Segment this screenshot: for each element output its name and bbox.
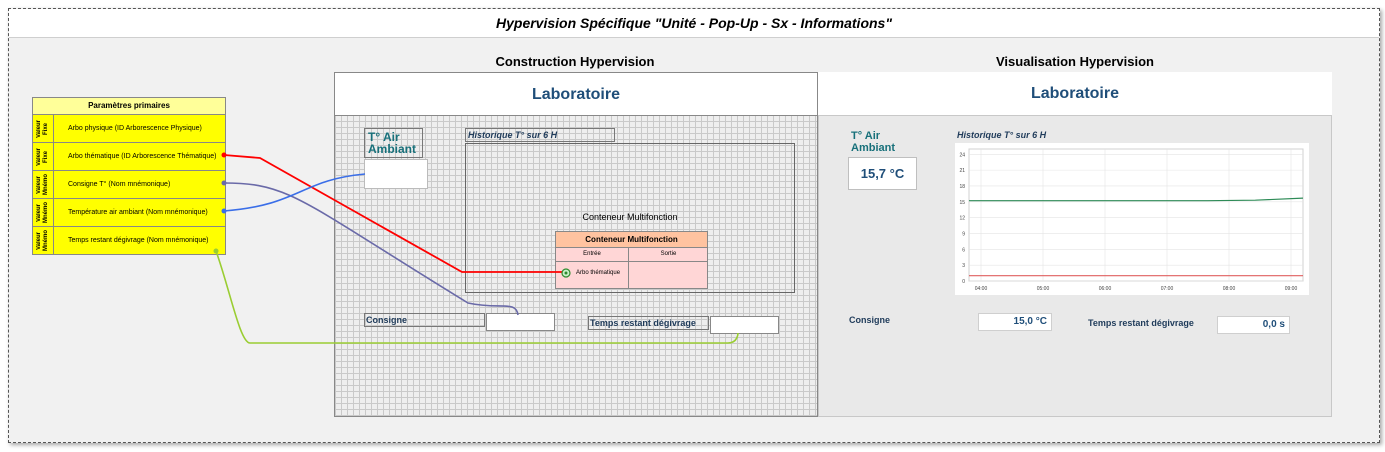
param-label: Consigne T° (Nom mnémonique) — [68, 181, 171, 188]
multifunction-box[interactable]: Conteneur Multifonction Entrée Sortie Ar… — [555, 231, 708, 289]
y-tick-label: 6 — [962, 247, 965, 253]
cons-temp-label: T° Air Ambiant — [368, 130, 416, 156]
param-label: Arbo thématique (ID Arborescence Thémati… — [68, 153, 217, 160]
vis-consigne-label: Consigne — [849, 315, 891, 325]
param-tag: Valeur Fixe — [33, 143, 54, 170]
y-tick-label: 21 — [959, 168, 965, 174]
construction-header: Laboratoire — [334, 72, 818, 116]
cons-consigne-label-box[interactable]: Consigne — [364, 313, 485, 327]
visualisation-header: Laboratoire — [818, 72, 1332, 116]
param-row[interactable]: Valeur Mnémo Consigne T° (Nom mnémonique… — [33, 171, 225, 199]
vis-temp-label: T° Air Ambiant — [851, 130, 895, 154]
primary-params-table: Paramètres primaires Valeur Fixe Arbo ph… — [32, 97, 226, 255]
param-tag: Valeur Fixe — [33, 115, 54, 142]
param-tag: Valeur Mnémo — [33, 171, 54, 198]
cons-defrost-value-field[interactable] — [710, 316, 779, 334]
history-chart-svg: 0 3 6 9 12 15 18 21 24 04:00 05:00 06:00 07:00 08:00 0… — [959, 148, 1304, 292]
param-tag: Valeur Mnémo — [33, 227, 54, 254]
plot-area — [968, 148, 1304, 282]
param-row[interactable]: Valeur Fixe Arbo thématique (ID Arboresc… — [33, 143, 225, 171]
cons-temp-value-field[interactable] — [364, 159, 428, 189]
vis-consigne-value: 15,0 °C — [978, 313, 1052, 331]
multifunction-input-label: Arbo thématique — [576, 270, 621, 276]
cons-defrost-label: Temps restant dégivrage — [590, 318, 696, 328]
cons-history-label: Historique T° sur 6 H — [468, 130, 558, 140]
param-label: Arbo physique (ID Arborescence Physique) — [68, 125, 202, 132]
x-tick-label: 04:00 — [975, 286, 988, 292]
main-title: Hypervision Spécifique "Unité - Pop-Up -… — [496, 15, 892, 31]
vis-temp-value: 15,7 °C — [848, 157, 917, 190]
multifunction-box-title: Conteneur Multifonction — [556, 232, 707, 248]
multifunction-divider — [628, 262, 629, 289]
param-label: Temps restant dégivrage (Nom mnémonique) — [68, 237, 209, 244]
y-tick-label: 15 — [959, 200, 965, 206]
x-tick-label: 06:00 — [1099, 286, 1112, 292]
cons-temp-label-box[interactable]: T° Air Ambiant — [364, 128, 423, 158]
x-tick-label: 05:00 — [1037, 286, 1050, 292]
y-tick-label: 12 — [959, 216, 965, 222]
multifunction-col-out: Sortie — [629, 248, 708, 262]
y-tick-label: 9 — [962, 231, 965, 237]
param-tag: Valeur Mnémo — [33, 199, 54, 226]
y-tick-label: 3 — [962, 263, 965, 269]
multifunction-container-text: Conteneur Multifonction — [582, 212, 678, 222]
x-tick-label: 09:00 — [1285, 286, 1298, 292]
y-tick-label: 18 — [959, 184, 965, 190]
param-row[interactable]: Valeur Fixe Arbo physique (ID Arborescen… — [33, 115, 225, 143]
y-tick-label: 0 — [962, 279, 965, 285]
cons-history-label-box[interactable]: Historique T° sur 6 H — [465, 128, 615, 142]
param-row[interactable]: Valeur Mnémo Température air ambiant (No… — [33, 199, 225, 227]
multifunction-col-in: Entrée — [556, 248, 629, 262]
visualisation-title: Visualisation Hypervision — [996, 54, 1154, 69]
y-tick-label: 24 — [959, 152, 965, 158]
params-header: Paramètres primaires — [33, 98, 225, 115]
cons-consigne-value-field[interactable] — [486, 313, 555, 331]
construction-title: Construction Hypervision — [495, 54, 655, 69]
title-bar: Hypervision Spécifique "Unité - Pop-Up -… — [9, 9, 1379, 38]
history-chart: 0 3 6 9 12 15 18 21 24 04:00 05:00 06:00 07:00 08:00 0… — [955, 143, 1309, 295]
vis-defrost-value: 0,0 s — [1217, 316, 1290, 334]
cons-defrost-label-box[interactable]: Temps restant dégivrage — [588, 316, 709, 330]
vis-history-label: Historique T° sur 6 H — [957, 130, 1047, 140]
x-tick-label: 08:00 — [1223, 286, 1236, 292]
param-label: Température air ambiant (Nom mnémonique) — [68, 209, 208, 216]
x-tick-label: 07:00 — [1161, 286, 1174, 292]
cons-consigne-label: Consigne — [366, 315, 408, 325]
param-row[interactable]: Valeur Mnémo Temps restant dégivrage (No… — [33, 227, 225, 254]
vis-defrost-label: Temps restant dégivrage — [1088, 318, 1194, 328]
